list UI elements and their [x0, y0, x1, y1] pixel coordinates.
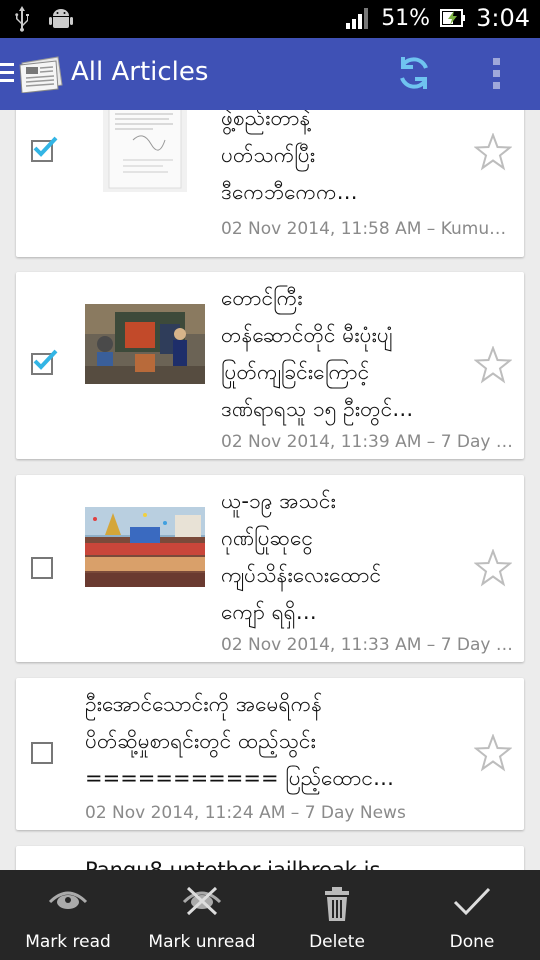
article-card[interactable]: ဦးအောင်သောင်းကို အမေရိကန် ပိတ်ဆို့မှုစာရ…	[16, 678, 524, 830]
clock: 3:04	[476, 4, 530, 32]
article-thumbnail	[103, 110, 187, 192]
article-card[interactable]: Pangu8 untether jailbreak is	[16, 846, 524, 870]
document-image	[108, 110, 182, 189]
battery-percent: 51%	[381, 5, 431, 31]
mark-unread-label: Mark unread	[148, 932, 256, 952]
delete-label: Delete	[309, 932, 365, 952]
star-icon[interactable]	[474, 133, 512, 171]
status-bar: 51% 3:04	[0, 0, 540, 38]
check-mark-icon	[33, 349, 58, 370]
mark-unread-button[interactable]: Mark unread	[142, 870, 262, 960]
star-icon[interactable]	[474, 549, 512, 587]
check-mark-icon	[33, 136, 58, 157]
article-meta: 02 Nov 2014, 11:39 AM – 7 Day …	[221, 432, 513, 452]
app-title: All Articles	[71, 57, 209, 87]
delete-button[interactable]: Delete	[292, 870, 382, 960]
star-icon[interactable]	[474, 734, 512, 772]
eye-icon	[48, 891, 88, 909]
overflow-menu-icon[interactable]	[490, 56, 504, 92]
article-card[interactable]: ဖွဲ့စည်းတာနဲ့ ပတ်သက်ပြီး ဒီကေဘီကေက… 02 N…	[16, 110, 524, 257]
crowd-celebration-image	[85, 507, 205, 587]
check-icon	[453, 887, 491, 916]
battery-charging-icon	[440, 9, 466, 27]
article-title: ယူ-၁၉ အသင်း ဂုဏ်ပြုဆုငွေ ကျပ်သိန်းလေးထော…	[221, 489, 382, 624]
select-checkbox[interactable]	[31, 742, 53, 764]
star-icon[interactable]	[474, 346, 512, 384]
mark-read-label: Mark read	[25, 932, 111, 952]
article-list[interactable]: ဖွဲ့စည်းတာနဲ့ ပတ်သက်ပြီး ဒီကေဘီကေက… 02 N…	[0, 110, 540, 870]
article-meta: 02 Nov 2014, 11:24 AM – 7 Day News	[85, 803, 406, 823]
select-checkbox[interactable]	[31, 136, 58, 162]
bottom-action-bar: Mark read Mark unread Delete Done	[0, 870, 540, 960]
article-thumbnail	[85, 304, 205, 384]
done-button[interactable]: Done	[427, 870, 517, 960]
select-checkbox[interactable]	[31, 349, 58, 375]
usb-icon	[15, 6, 29, 32]
eye-crossed-icon	[182, 886, 222, 916]
app-bar: All Articles	[0, 38, 540, 110]
article-meta: 02 Nov 2014, 11:33 AM – 7 Day …	[221, 635, 513, 655]
select-checkbox[interactable]	[31, 557, 53, 579]
android-debug-icon	[49, 9, 73, 28]
refresh-icon[interactable]	[395, 54, 433, 92]
news-logo-icon[interactable]	[18, 55, 66, 93]
article-title: ဦးအောင်သောင်းကို အမေရိကန် ပိတ်ဆို့မှုစာရ…	[85, 692, 395, 790]
street-scene-image	[85, 304, 205, 384]
article-meta: 02 Nov 2014, 11:58 AM – Kumu…	[221, 219, 507, 239]
signal-icon	[346, 8, 369, 29]
article-card[interactable]: တောင်ကြီး တန်ဆောင်တိုင် မီးပုံးပျံ ပြုတ်…	[16, 272, 524, 459]
done-label: Done	[449, 932, 495, 952]
article-title: တောင်ကြီး တန်ဆောင်တိုင် မီးပုံးပျံ ပြုတ်…	[221, 286, 414, 421]
article-card[interactable]: ယူ-၁၉ အသင်း ဂုဏ်ပြုဆုငွေ ကျပ်သိန်းလေးထော…	[16, 475, 524, 662]
article-title: ဖွဲ့စည်းတာနဲ့ ပတ်သက်ပြီး ဒီကေဘီကေက…	[221, 110, 358, 204]
mark-read-button[interactable]: Mark read	[18, 870, 118, 960]
article-title: Pangu8 untether jailbreak is	[85, 858, 381, 870]
article-thumbnail	[85, 507, 205, 587]
trash-icon	[325, 887, 349, 921]
drawer-icon[interactable]	[0, 63, 14, 87]
